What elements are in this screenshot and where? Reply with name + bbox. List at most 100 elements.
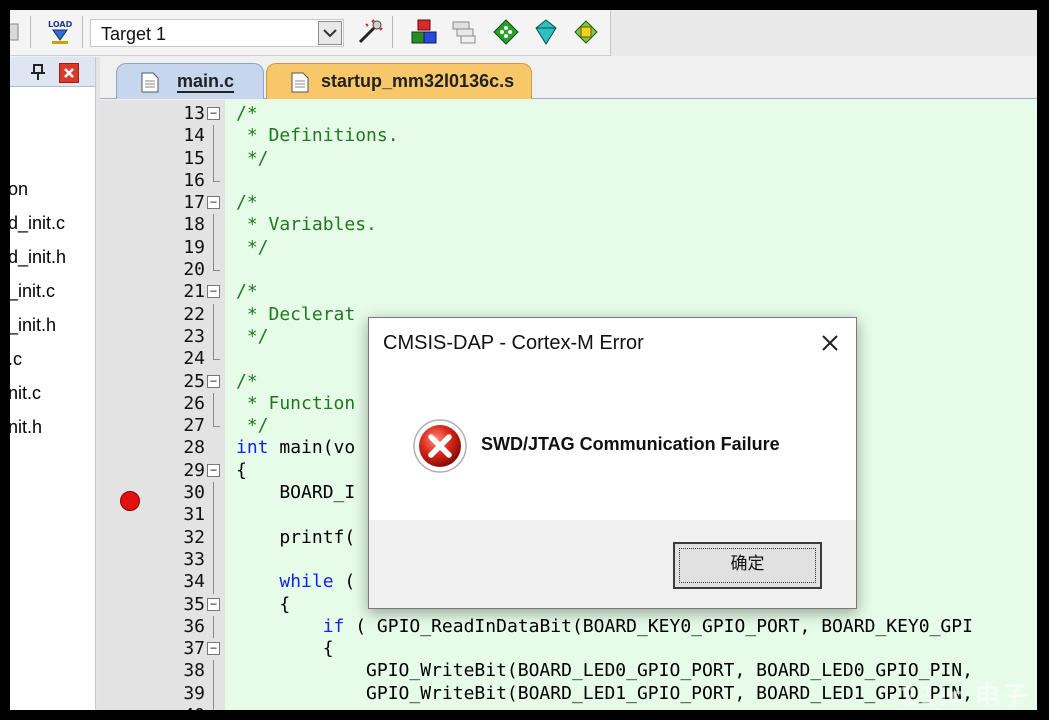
fold-guide: [213, 571, 214, 594]
fold-guide: [213, 325, 214, 349]
target-select[interactable]: Target 1: [90, 19, 344, 47]
fold-toggle-icon[interactable]: −: [207, 597, 220, 611]
line-number: 14: [183, 125, 205, 147]
tree-item[interactable]: nit.c: [10, 383, 41, 413]
code-line[interactable]: 15 */: [100, 147, 1037, 170]
fold-guide: [213, 392, 214, 416]
line-number: 13: [183, 103, 205, 124]
fold-guide: [213, 303, 214, 326]
line-number: 20: [183, 259, 205, 281]
toolbar-separator: [82, 16, 83, 48]
code-text: * Variables.: [236, 214, 377, 236]
tree-item[interactable]: nit.h: [10, 417, 42, 447]
svg-text:LOAD: LOAD: [48, 20, 73, 29]
pack-installer-icon[interactable]: [450, 18, 478, 46]
code-line[interactable]: 39 GPIO_WriteBit(BOARD_LED1_GPIO_PORT, B…: [100, 682, 1037, 706]
tab-startup-file[interactable]: startup_mm32l0136c.s: [266, 63, 532, 99]
manage-rte-icon[interactable]: [532, 18, 560, 46]
code-text: {: [236, 593, 291, 615]
tree-item[interactable]: _init.h: [10, 315, 56, 345]
code-text: /*: [236, 370, 258, 392]
line-number: 36: [183, 615, 205, 637]
code-text: /*: [236, 281, 258, 303]
file-icon: [141, 72, 159, 93]
code-line[interactable]: 17− /*: [100, 192, 1037, 214]
fold-guide: [213, 147, 214, 170]
load-icon[interactable]: LOAD: [46, 18, 74, 46]
fold-toggle-icon[interactable]: −: [207, 463, 220, 477]
fold-end-guide: [213, 415, 220, 428]
fold-guide: [213, 125, 214, 148]
code-line[interactable]: 21− /*: [100, 281, 1037, 303]
line-number: 29: [183, 459, 205, 481]
manage-components-icon[interactable]: [410, 18, 438, 46]
line-number: 35: [183, 593, 205, 615]
code-text: while (: [279, 571, 356, 593]
tab-label: main.c: [177, 71, 235, 91]
panel-header: [10, 57, 95, 87]
dropdown-arrow-button[interactable]: [318, 21, 342, 45]
multi-project-icon[interactable]: [572, 18, 600, 46]
fold-guide: [213, 660, 214, 683]
code-line[interactable]: 37− {: [100, 638, 1037, 660]
code-text: * Definitions.: [236, 125, 399, 147]
code-text: /*: [236, 192, 258, 214]
fold-toggle-icon[interactable]: −: [207, 642, 220, 656]
code-line[interactable]: 40: [100, 705, 1037, 710]
line-number: 28: [183, 437, 205, 459]
code-text: printf(: [236, 526, 356, 548]
close-icon[interactable]: [815, 328, 845, 358]
tree-item[interactable]: _init.c: [10, 281, 55, 311]
code-text: GPIO_WriteBit(BOARD_LED1_GPIO_PORT, BOAR…: [236, 682, 973, 704]
tree-item[interactable]: d_init.c: [10, 213, 65, 243]
code-text: */: [236, 236, 269, 258]
code-text: */: [236, 147, 269, 169]
toolbar-separator: [392, 16, 393, 48]
fold-guide: [213, 705, 214, 710]
code-line[interactable]: 20: [100, 259, 1037, 281]
fold-toggle-icon[interactable]: −: [207, 196, 220, 210]
code-text: /*: [236, 103, 258, 124]
keyword: int: [236, 437, 269, 459]
code-line[interactable]: 36 if ( GPIO_ReadInDataBit(BOARD_KEY0_GP…: [100, 615, 1037, 639]
fold-toggle-icon[interactable]: −: [207, 374, 220, 388]
code-line[interactable]: 38 GPIO_WriteBit(BOARD_LED0_GPIO_PORT, B…: [100, 660, 1037, 683]
tree-item[interactable]: .c: [10, 349, 22, 379]
fold-toggle-icon[interactable]: −: [207, 107, 220, 120]
build-icon[interactable]: [10, 18, 30, 46]
code-text: {: [236, 638, 334, 660]
code-line[interactable]: 18 * Variables.: [100, 214, 1037, 237]
keyword: if: [322, 615, 345, 637]
fold-guide: [213, 482, 214, 505]
code-text: * Declerat: [236, 303, 356, 325]
panel-close-button[interactable]: [59, 63, 79, 83]
code-line[interactable]: 16: [100, 169, 1037, 192]
code-text: */: [236, 415, 269, 437]
ok-button[interactable]: 确定: [673, 542, 822, 589]
code-line[interactable]: 13− /*: [100, 103, 1037, 125]
line-number: 22: [183, 303, 205, 325]
target-options-icon[interactable]: [356, 18, 384, 46]
code-text: {: [236, 459, 247, 481]
tree-item[interactable]: on: [10, 179, 28, 209]
fold-toggle-icon[interactable]: −: [207, 285, 220, 299]
code-line[interactable]: 19 */: [100, 236, 1037, 260]
target-value: Target 1: [101, 24, 167, 44]
line-number: 40: [145, 705, 205, 710]
select-packs-icon[interactable]: [492, 18, 520, 46]
toolbar-empty-area: [610, 10, 1037, 56]
pin-icon[interactable]: [29, 63, 47, 81]
error-dialog: CMSIS-DAP - Cortex-M Error SWD/JTAG Comm…: [368, 317, 857, 609]
tab-main-c[interactable]: main.c: [116, 63, 264, 99]
line-number: 18: [183, 214, 205, 236]
fold-guide: [213, 214, 214, 237]
line-number: 24: [183, 348, 205, 370]
tree-item[interactable]: d_init.h: [10, 247, 66, 277]
code-line[interactable]: 14 * Definitions.: [100, 125, 1037, 148]
fold-guide: [213, 615, 214, 639]
line-number: 37: [183, 638, 205, 660]
line-number: 34: [183, 571, 205, 593]
fold-guide: [213, 682, 214, 706]
code-text: BOARD_I: [236, 482, 356, 504]
line-number: 27: [183, 415, 205, 437]
